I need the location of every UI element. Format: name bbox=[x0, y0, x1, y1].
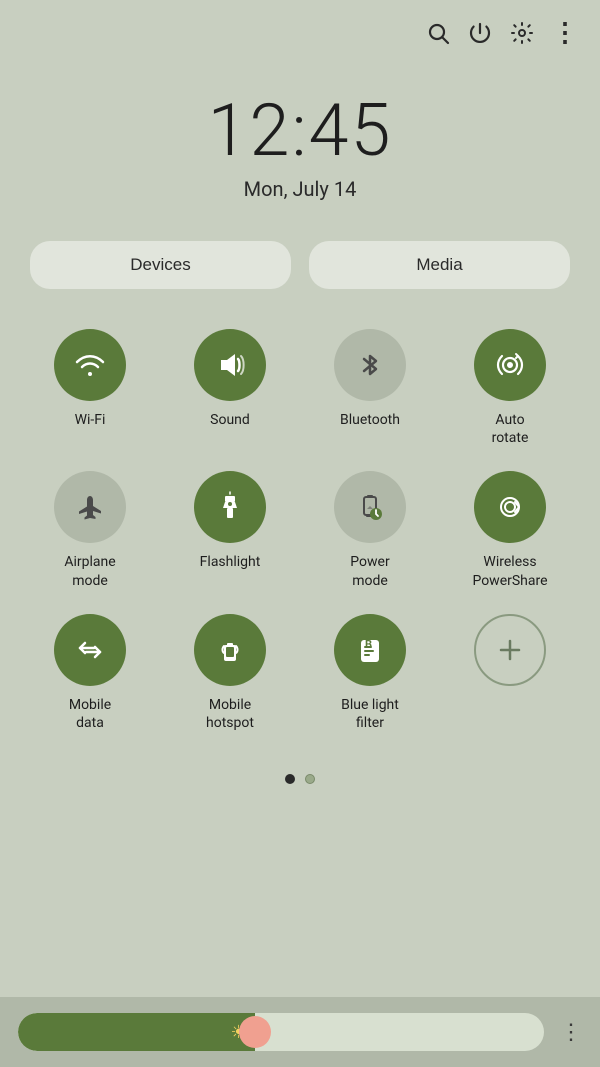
devices-button[interactable]: Devices bbox=[30, 241, 291, 289]
tile-label-flashlight: Flashlight bbox=[200, 553, 261, 571]
tile-circle-wifi bbox=[54, 329, 126, 401]
tile-powermode[interactable]: Powermode bbox=[300, 461, 440, 603]
page-dots bbox=[0, 774, 600, 784]
tile-label-wifi: Wi-Fi bbox=[75, 411, 106, 429]
tile-label-bluelightfilter: Blue lightfilter bbox=[341, 696, 399, 732]
power-icon[interactable] bbox=[468, 21, 492, 45]
clock-section: 12:45 Mon, July 14 bbox=[0, 88, 600, 201]
quick-tiles-grid: Wi-Fi Sound Bluetooth bbox=[0, 319, 600, 746]
tile-circle-wirelesspowershare bbox=[474, 471, 546, 543]
tile-circle-autorotate bbox=[474, 329, 546, 401]
tile-bluetooth[interactable]: Bluetooth bbox=[300, 319, 440, 461]
more-icon[interactable]: ⋮ bbox=[552, 18, 578, 48]
tile-circle-mobilehotspot bbox=[194, 614, 266, 686]
search-icon[interactable] bbox=[426, 21, 450, 45]
top-icons-bar: ⋮ bbox=[0, 0, 600, 48]
tile-label-wirelesspowershare: WirelessPowerShare bbox=[472, 553, 547, 589]
device-media-row: Devices Media bbox=[0, 241, 600, 289]
tile-label-mobiledata: Mobiledata bbox=[69, 696, 111, 732]
tile-circle-add bbox=[474, 614, 546, 686]
tile-circle-powermode bbox=[334, 471, 406, 543]
tile-wirelesspowershare[interactable]: WirelessPowerShare bbox=[440, 461, 580, 603]
tile-label-bluetooth: Bluetooth bbox=[340, 411, 400, 429]
tile-label-sound: Sound bbox=[210, 411, 250, 429]
tile-mobiledata[interactable]: Mobiledata bbox=[20, 604, 160, 746]
brightness-track[interactable]: ☀ bbox=[18, 1013, 544, 1051]
tile-add[interactable] bbox=[440, 604, 580, 746]
media-button[interactable]: Media bbox=[309, 241, 570, 289]
tile-sound[interactable]: Sound bbox=[160, 319, 300, 461]
tile-autorotate[interactable]: Autorotate bbox=[440, 319, 580, 461]
tile-label-airplanemode: Airplanemode bbox=[64, 553, 115, 589]
dot-1[interactable] bbox=[285, 774, 295, 784]
tile-circle-mobiledata bbox=[54, 614, 126, 686]
brightness-more-icon[interactable]: ⋮ bbox=[554, 1020, 582, 1045]
tile-circle-sound bbox=[194, 329, 266, 401]
brightness-fill: ☀ bbox=[18, 1013, 255, 1051]
clock-time: 12:45 bbox=[0, 88, 600, 173]
tile-bluelightfilter[interactable]: B Blue lightfilter bbox=[300, 604, 440, 746]
svg-text:B: B bbox=[365, 638, 372, 651]
brightness-thumb[interactable] bbox=[239, 1016, 271, 1048]
tile-circle-airplanemode bbox=[54, 471, 126, 543]
tile-circle-bluetooth bbox=[334, 329, 406, 401]
tile-flashlight[interactable]: Flashlight bbox=[160, 461, 300, 603]
brightness-bar: ☀ ⋮ bbox=[0, 997, 600, 1067]
tile-airplanemode[interactable]: Airplanemode bbox=[20, 461, 160, 603]
tile-wifi[interactable]: Wi-Fi bbox=[20, 319, 160, 461]
tile-label-mobilehotspot: Mobilehotspot bbox=[206, 696, 254, 732]
clock-date: Mon, July 14 bbox=[0, 177, 600, 201]
tile-circle-bluelightfilter: B bbox=[334, 614, 406, 686]
tile-label-autorotate: Autorotate bbox=[492, 411, 529, 447]
tile-label-powermode: Powermode bbox=[350, 553, 389, 589]
tile-circle-flashlight bbox=[194, 471, 266, 543]
dot-2[interactable] bbox=[305, 774, 315, 784]
settings-icon[interactable] bbox=[510, 21, 534, 45]
tile-mobilehotspot[interactable]: Mobilehotspot bbox=[160, 604, 300, 746]
